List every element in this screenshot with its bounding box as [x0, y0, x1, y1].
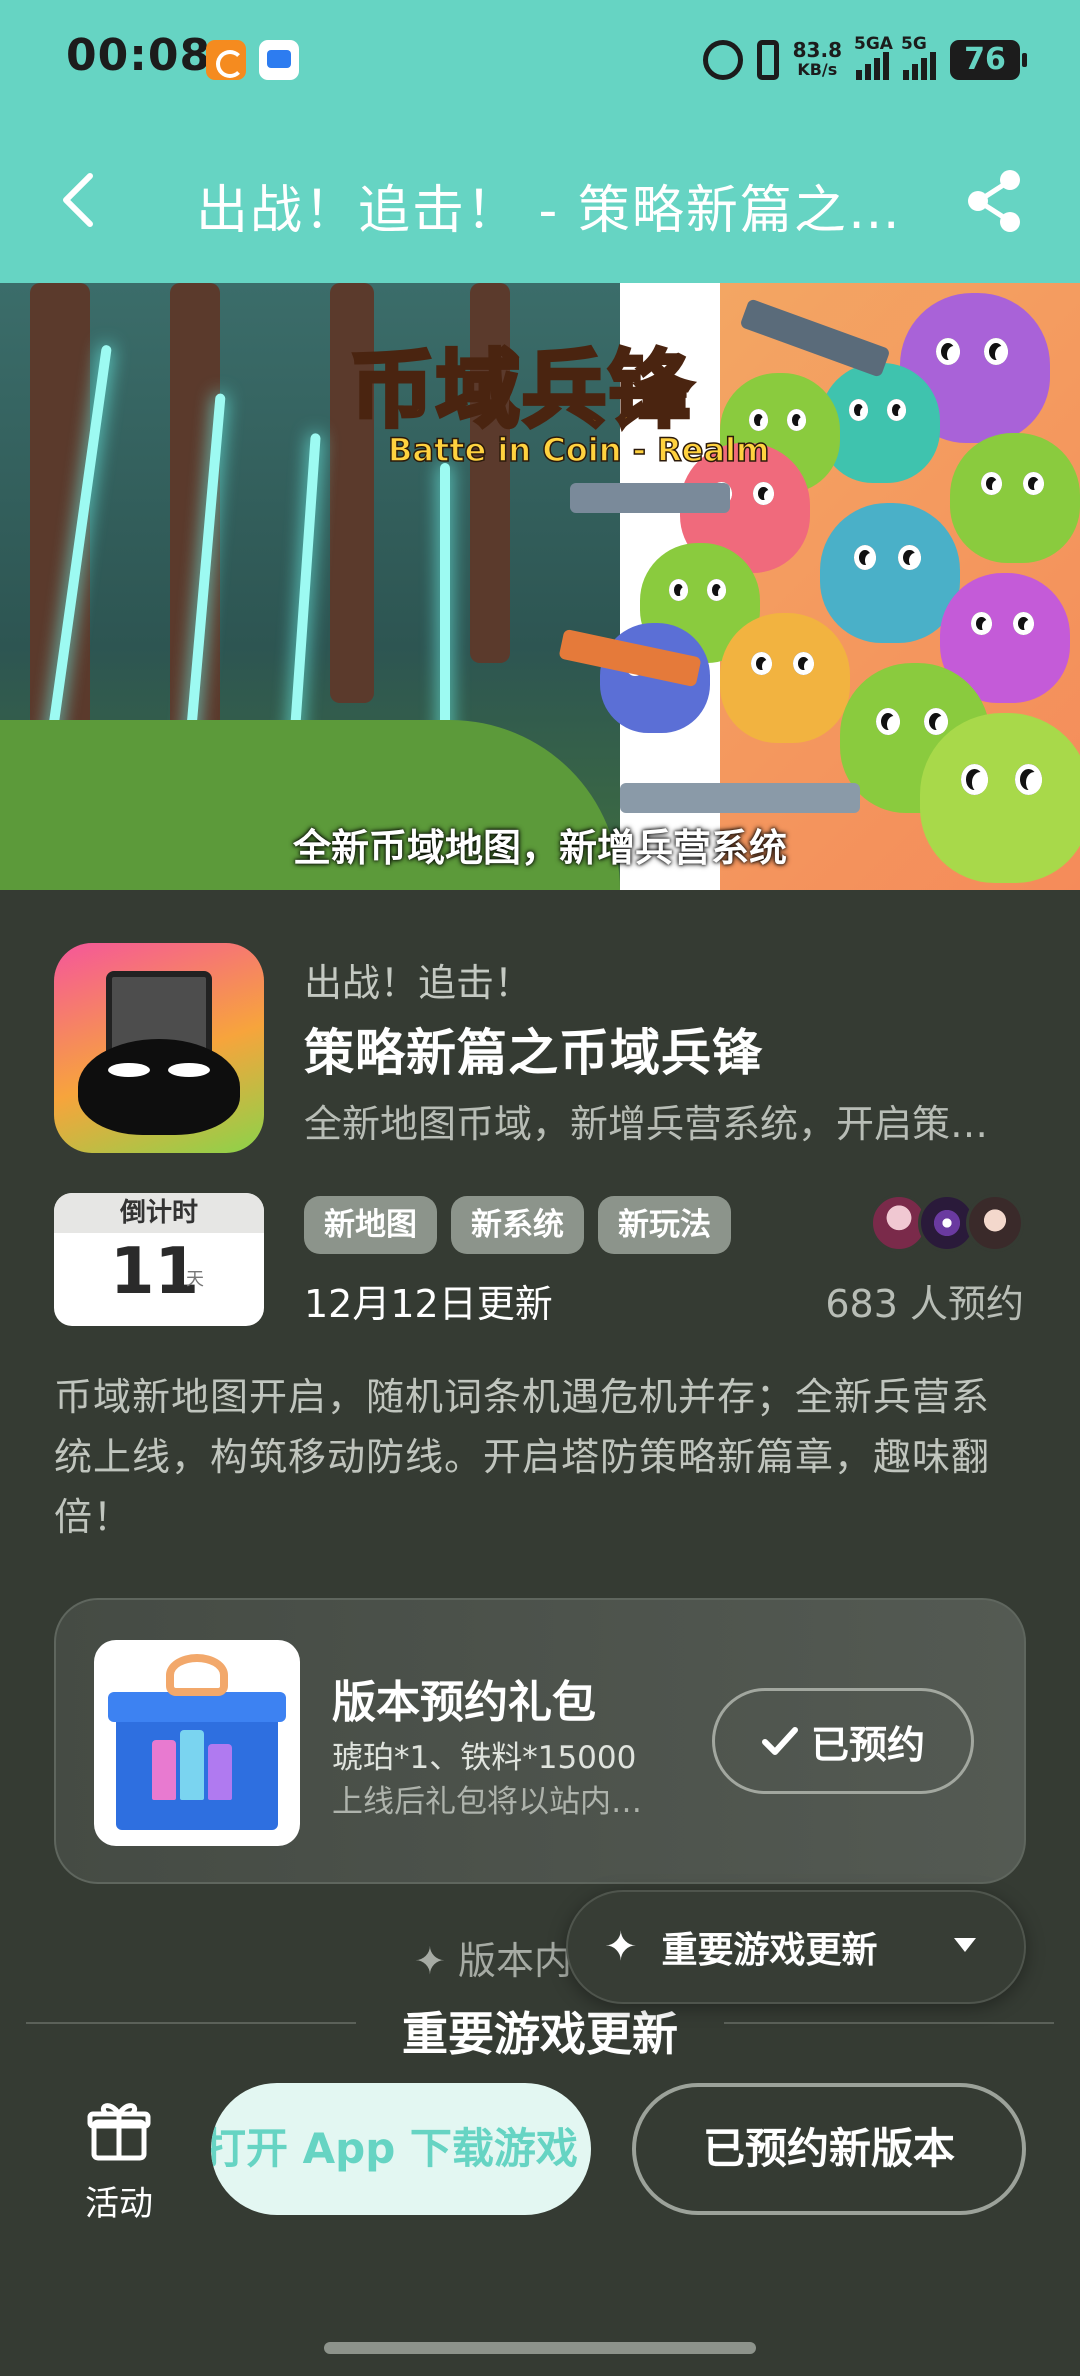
tag-list: 新地图 新系统 新玩法	[304, 1196, 731, 1254]
notification-message-icon	[259, 40, 299, 80]
network-speed: 83.8 KB/s	[793, 40, 842, 80]
tag-new-system: 新系统	[451, 1196, 584, 1254]
status-time: 00:08	[66, 30, 212, 81]
sim1-label: 5GA	[854, 34, 893, 54]
section-selector-dropdown[interactable]: ✦ 重要游戏更新	[566, 1890, 1026, 2004]
countdown-card: 倒计时 11 天	[54, 1193, 264, 1326]
game-short-description: 全新地图币域，新增兵营系统，开启策略新篇章	[304, 1102, 1024, 1146]
game-subtitle: 出战！追击！	[304, 961, 533, 1005]
gift-title: 版本预约礼包	[332, 1677, 596, 1728]
top-bar: 00:08 83.8 KB/s 5GA 5G 76 出战！追击！ - 策略新篇之…	[0, 0, 1080, 283]
activity-label: 活动	[85, 2184, 153, 2224]
caret-down-icon	[954, 1938, 976, 1952]
banner-caption: 全新币域地图，新增兵营系统	[292, 826, 787, 870]
sparkle-icon: ✦	[604, 1924, 638, 1970]
back-arrow-icon[interactable]	[56, 170, 100, 230]
battery-icon: 76	[950, 40, 1027, 80]
page: 00:08 83.8 KB/s 5GA 5G 76 出战！追击！ - 策略新篇之…	[0, 0, 1080, 2376]
gift-reserved-button[interactable]: 已预约	[712, 1688, 974, 1794]
gift-pack-card[interactable]: 版本预约礼包 琥珀*1、铁料*15000 上线后礼包将以站内信形式发放 已预约	[54, 1598, 1026, 1884]
activity-button[interactable]: 活动	[64, 2096, 174, 2224]
signal-5ga-icon: 5GA	[854, 34, 893, 80]
tag-new-map: 新地图	[304, 1196, 437, 1254]
update-date: 12月12日更新	[304, 1282, 553, 1326]
signal-5g-icon: 5G	[901, 34, 936, 80]
reserved-new-version-button[interactable]: 已预约新版本	[632, 2083, 1026, 2215]
gift-reserved-label: 已预约	[810, 1722, 925, 1767]
open-app-download-button[interactable]: 打开 App 下载游戏	[211, 2083, 591, 2215]
section-title: 重要游戏更新	[402, 2007, 678, 2061]
notification-app-icon	[206, 40, 246, 80]
vibrate-icon	[756, 40, 779, 80]
gift-icon	[87, 2103, 151, 2161]
game-description: 币域新地图开启，随机词条机遇危机并存；全新兵营系统上线，构筑移动防线。开启塔防策…	[54, 1375, 991, 1539]
home-indicator[interactable]	[324, 2342, 756, 2354]
game-name: 策略新篇之币域兵锋	[304, 1024, 763, 1082]
share-icon[interactable]	[964, 168, 1024, 234]
gift-items: 琥珀*1、铁料*15000	[332, 1740, 637, 1776]
game-banner-image[interactable]: 币域兵锋 Batte in Coin - Realm 全新币域地图，新增兵营系统	[0, 283, 1080, 890]
tag-new-gameplay: 新玩法	[598, 1196, 731, 1254]
status-bar: 00:08 83.8 KB/s 5GA 5G 76	[0, 0, 1080, 120]
gift-box-image	[94, 1640, 300, 1846]
network-speed-unit: KB/s	[797, 60, 838, 79]
sparkle-icon: ✦	[414, 1939, 446, 1983]
page-title: 出战！追击！ - 策略新篇之币域兵锋	[196, 181, 916, 241]
countdown-unit: 天	[186, 1269, 204, 1290]
app-icon-creature	[78, 1039, 240, 1135]
avatar	[966, 1194, 1024, 1252]
banner-logo-title: 币域兵锋	[348, 339, 695, 441]
alarm-icon	[702, 40, 743, 80]
app-icon[interactable]	[54, 943, 264, 1153]
status-icons: 83.8 KB/s 5GA 5G 76	[702, 28, 1027, 92]
open-app-label: 打开 App 下载游戏	[211, 2124, 578, 2173]
check-icon	[761, 1727, 798, 1755]
reserve-count: 683 人预约	[825, 1282, 1024, 1326]
banner-logo-subtitle: Batte in Coin - Realm	[387, 430, 770, 470]
sim2-label: 5G	[901, 34, 927, 54]
reserver-avatars	[870, 1194, 1030, 1254]
gift-note: 上线后礼包将以站内信形式发放	[332, 1784, 672, 1820]
network-speed-value: 83.8	[792, 38, 842, 62]
section-selector-label: 重要游戏更新	[661, 1930, 878, 1971]
countdown-label: 倒计时	[54, 1193, 264, 1233]
